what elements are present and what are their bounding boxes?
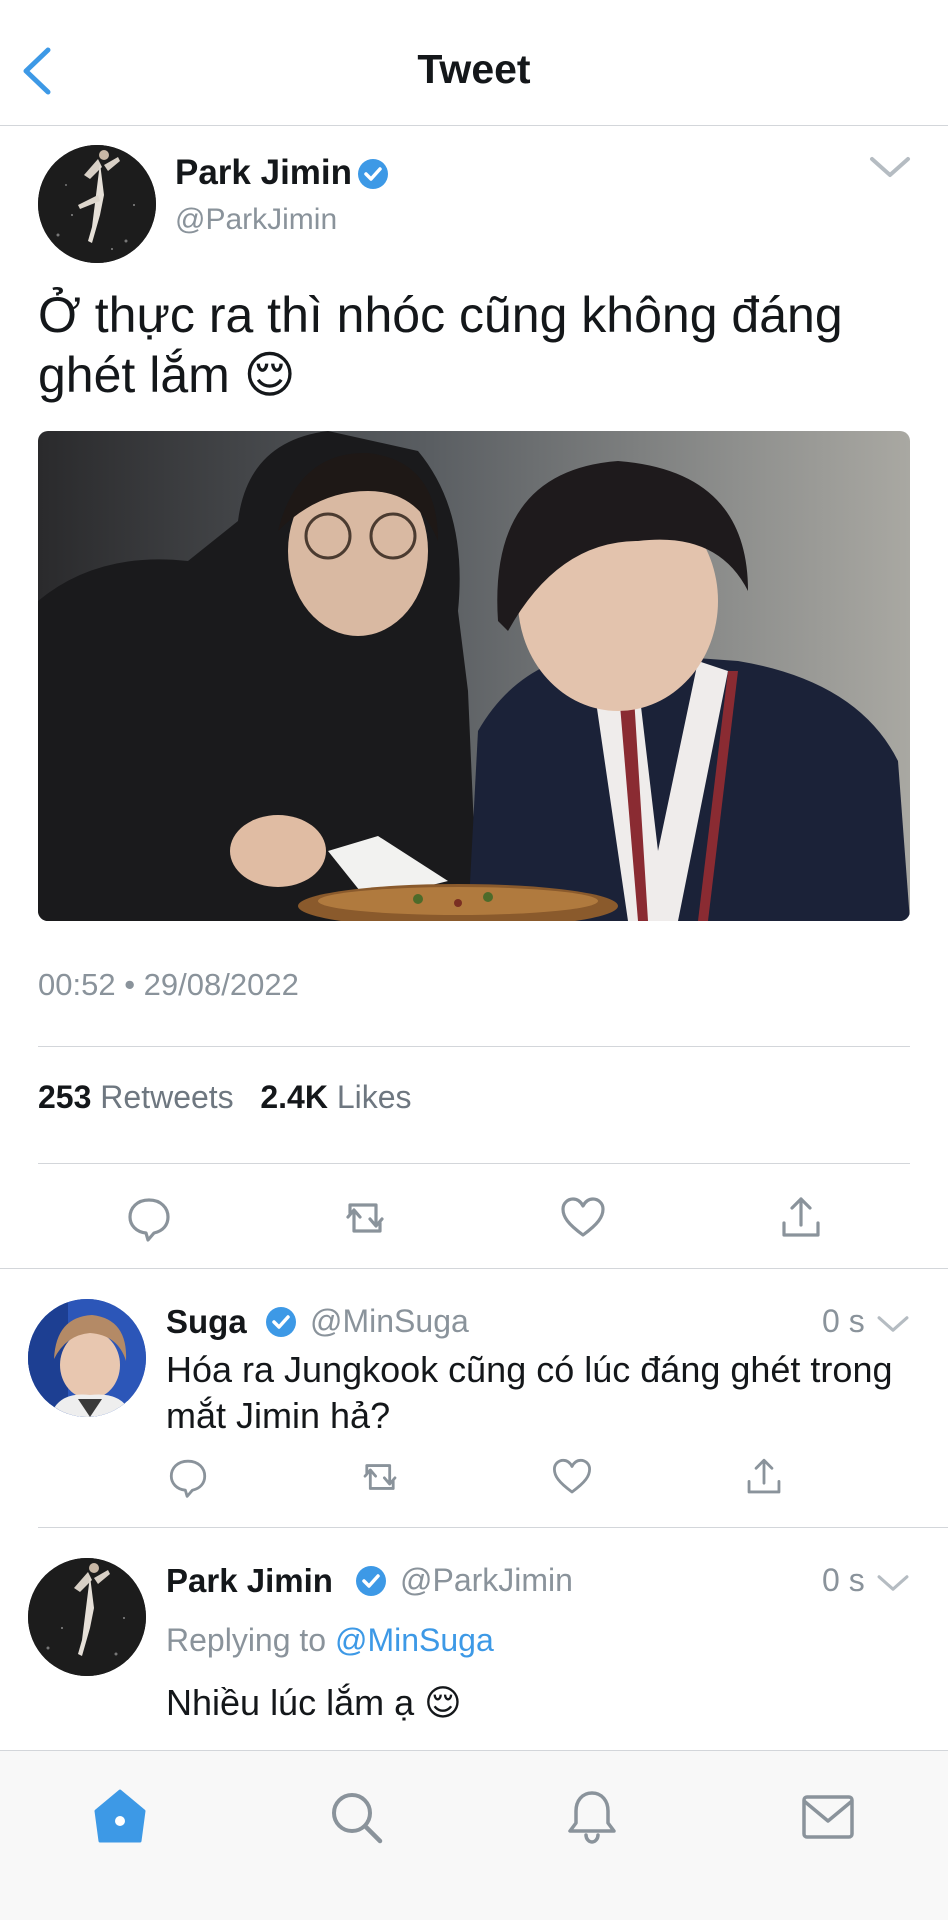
chevron-down-icon[interactable]	[868, 153, 912, 181]
reply-author-handle[interactable]: @MinSuga	[310, 1303, 469, 1340]
reply-icon[interactable]	[166, 1455, 210, 1499]
reply-tweet[interactable]: Park Jimin @ParkJimin 0 s Replying to @M…	[0, 1528, 948, 1750]
divider	[38, 1046, 910, 1047]
bell-icon[interactable]	[562, 1787, 622, 1847]
retweet-icon[interactable]	[340, 1193, 390, 1243]
retweet-icon[interactable]	[358, 1455, 402, 1499]
heart-icon[interactable]	[550, 1455, 594, 1499]
reply-author-handle[interactable]: @ParkJimin	[400, 1562, 573, 1599]
verified-badge-icon	[266, 1307, 296, 1337]
verified-badge-icon	[356, 1566, 386, 1596]
replying-to-mention[interactable]: @MinSuga	[335, 1622, 494, 1658]
reply-author-name[interactable]: Park Jimin	[166, 1562, 333, 1600]
author-name[interactable]: Park Jimin	[175, 153, 352, 193]
tweet-text: Ở thực ra thì nhóc cũng không đáng ghét …	[38, 287, 843, 403]
author-handle[interactable]: @ParkJimin	[175, 203, 337, 237]
reply-text: Hóa ra Jungkook cũng có lúc đáng ghét tr…	[166, 1349, 893, 1436]
author-avatar[interactable]	[38, 145, 156, 263]
tweet-image[interactable]	[38, 431, 910, 921]
search-icon[interactable]	[326, 1787, 386, 1847]
tweet-actions	[0, 1193, 948, 1253]
reply-text: Nhiều lúc lắm ạ 😌	[166, 1682, 462, 1723]
chevron-down-icon[interactable]	[876, 1313, 910, 1335]
reply-tweet[interactable]: Suga @MinSuga 0 s Hóa ra Jungkook cũng c…	[0, 1269, 948, 1527]
retweet-label[interactable]: Retweets	[100, 1079, 233, 1115]
share-icon[interactable]	[742, 1455, 786, 1499]
top-navigation-bar: Tweet	[0, 0, 948, 126]
reply-icon[interactable]	[124, 1193, 174, 1243]
share-icon[interactable]	[776, 1193, 826, 1243]
like-count[interactable]: 2.4K	[260, 1079, 328, 1115]
replying-to-label: Replying to	[166, 1622, 327, 1658]
verified-badge-icon	[358, 159, 388, 189]
mail-icon[interactable]	[798, 1787, 858, 1847]
retweet-count[interactable]: 253	[38, 1079, 91, 1115]
heart-icon[interactable]	[558, 1193, 608, 1243]
bottom-tab-bar	[0, 1750, 948, 1920]
divider	[38, 1163, 910, 1164]
home-icon[interactable]	[90, 1787, 150, 1847]
page-title: Tweet	[417, 46, 531, 92]
tweet-timestamp: 00:52 • 29/08/2022	[38, 967, 299, 1002]
reply-avatar[interactable]	[28, 1558, 146, 1676]
reply-time: 0 s	[822, 1562, 865, 1598]
tweet-stats: 253 Retweets 2.4K Likes	[38, 1079, 412, 1116]
chevron-down-icon[interactable]	[876, 1572, 910, 1594]
reply-time: 0 s	[822, 1303, 865, 1339]
reply-author-name[interactable]: Suga	[166, 1303, 247, 1341]
replying-to: Replying to @MinSuga	[166, 1622, 494, 1659]
reply-avatar[interactable]	[28, 1299, 146, 1417]
like-label[interactable]: Likes	[337, 1079, 412, 1115]
